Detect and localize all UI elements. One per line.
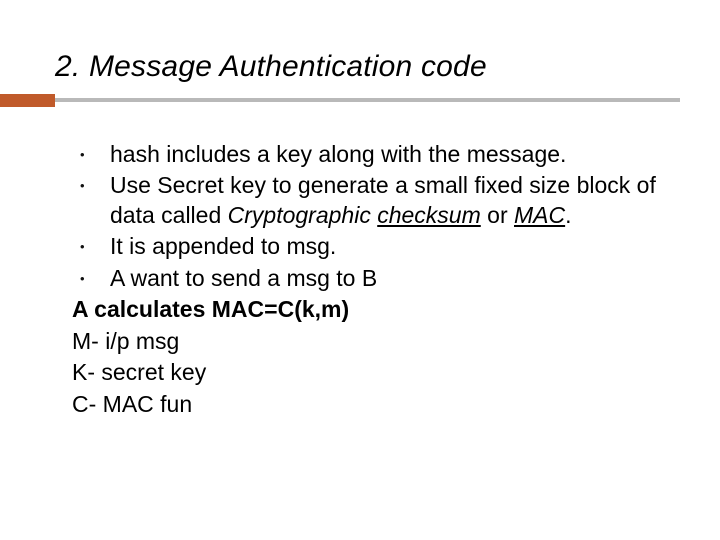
list-item: It is appended to msg. [72, 232, 664, 261]
emphasis-text: Cryptographic [228, 202, 378, 228]
bullet-text: A want to send a msg to B [110, 265, 377, 291]
underlined-term: checksum [377, 202, 481, 228]
list-item: A want to send a msg to B [72, 264, 664, 293]
definition-line: C- MAC fun [72, 390, 664, 419]
accent-box [0, 94, 55, 107]
definition-line: K- secret key [72, 358, 664, 387]
slide-body: hash includes a key along with the messa… [72, 140, 664, 419]
slide: 2. Message Authentication code hash incl… [0, 0, 720, 540]
bullet-text: hash includes a key along with the messa… [110, 141, 566, 167]
definition-line: M- i/p msg [72, 327, 664, 356]
formula-line: A calculates MAC=C(k,m) [72, 295, 664, 324]
bullet-text: . [565, 202, 571, 228]
slide-title: 2. Message Authentication code [55, 50, 487, 83]
title-underline [55, 98, 680, 102]
slide-title-block: 2. Message Authentication code [55, 50, 680, 84]
bullet-text: or [481, 202, 514, 228]
underlined-term: MAC [514, 202, 565, 228]
list-item: hash includes a key along with the messa… [72, 140, 664, 169]
list-item: Use Secret key to generate a small fixed… [72, 171, 664, 230]
bullet-text: It is appended to msg. [110, 233, 336, 259]
bullet-list: hash includes a key along with the messa… [72, 140, 664, 293]
